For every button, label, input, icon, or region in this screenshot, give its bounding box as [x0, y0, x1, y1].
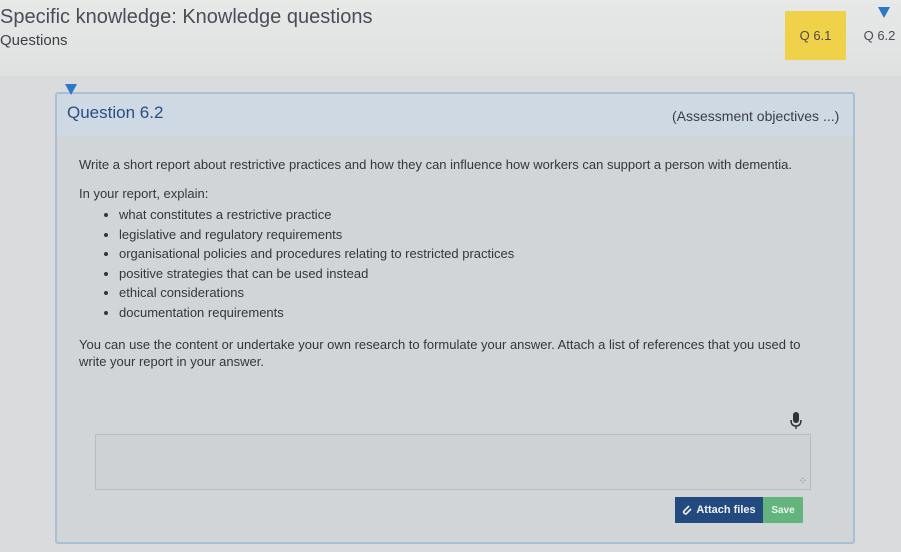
triangle-down-icon[interactable]	[65, 84, 77, 95]
save-button[interactable]: Save	[763, 497, 803, 523]
list-item: documentation requirements	[119, 303, 819, 323]
answer-textarea[interactable]: ⁘	[95, 434, 811, 490]
question-panel: Question 6.2 (Assessment objectives ...)…	[55, 92, 855, 544]
list-item: ethical considerations	[119, 283, 819, 303]
attach-files-label: Attach files	[696, 504, 756, 516]
question-closing: You can use the content or undertake you…	[79, 337, 801, 369]
attach-files-button[interactable]: Attach files	[675, 497, 763, 523]
microphone-icon[interactable]	[790, 412, 802, 430]
page-title: Specific knowledge: Knowledge questions	[0, 6, 373, 28]
list-item: positive strategies that can be used ins…	[119, 264, 819, 284]
top-bar: Specific knowledge: Knowledge questions …	[0, 0, 901, 76]
explain-list: what constitutes a restrictive practice …	[79, 205, 819, 322]
question-body: Write a short report about restrictive p…	[79, 156, 819, 382]
paperclip-icon	[683, 505, 692, 515]
tab-q6-2[interactable]: Q 6.2	[858, 11, 901, 60]
assessment-objectives-link[interactable]: (Assessment objectives ...)	[672, 108, 839, 124]
tab-q6-1[interactable]: Q 6.1	[785, 11, 846, 60]
list-item: legislative and regulatory requirements	[119, 225, 819, 245]
page-subtitle: Questions	[0, 32, 68, 49]
question-number: Question 6.2	[67, 103, 164, 122]
list-item: organisational policies and procedures r…	[119, 244, 819, 264]
question-intro: Write a short report about restrictive p…	[79, 157, 792, 172]
list-item: what constitutes a restrictive practice	[119, 205, 819, 225]
explain-lead: In your report, explain:	[79, 186, 209, 201]
resize-handle-icon[interactable]: ⁘	[799, 477, 807, 487]
question-header: Question 6.2 (Assessment objectives ...)	[57, 94, 853, 136]
